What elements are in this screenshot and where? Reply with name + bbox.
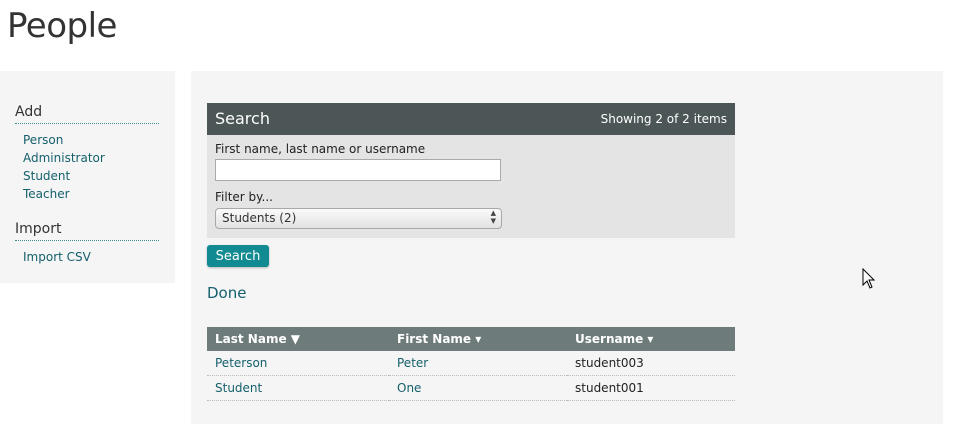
results-count: Showing 2 of 2 items xyxy=(600,112,727,126)
column-header-first-name[interactable]: First Name ▾ xyxy=(389,327,567,351)
sidebar-link-person[interactable]: Person xyxy=(23,133,63,147)
table-row: Peterson Peter student003 xyxy=(207,351,735,376)
search-header: Search Showing 2 of 2 items xyxy=(207,103,735,135)
name-search-input[interactable] xyxy=(215,159,501,181)
column-header-username[interactable]: Username ▾ xyxy=(567,327,735,351)
column-header-last-name[interactable]: Last Name ▼ xyxy=(207,327,389,351)
sidebar-heading-add: Add xyxy=(15,104,159,124)
main-panel: Search Showing 2 of 2 items First name, … xyxy=(191,71,943,424)
results-table: Last Name ▼ First Name ▾ Username ▾ Pete… xyxy=(207,327,735,401)
cell-last-name[interactable]: Peterson xyxy=(207,351,389,376)
cell-last-name[interactable]: Student xyxy=(207,375,389,401)
cell-username: student003 xyxy=(567,351,735,376)
search-form: First name, last name or username Filter… xyxy=(207,135,735,238)
sidebar-link-import-csv[interactable]: Import CSV xyxy=(23,250,91,264)
page-title: People xyxy=(7,6,117,46)
search-title: Search xyxy=(215,109,270,128)
filter-label: Filter by... xyxy=(215,190,273,204)
sidebar-link-administrator[interactable]: Administrator xyxy=(23,151,105,165)
search-button[interactable]: Search xyxy=(207,245,269,267)
sidebar-link-student[interactable]: Student xyxy=(23,169,70,183)
name-field-label: First name, last name or username xyxy=(215,142,426,156)
sidebar-link-teacher[interactable]: Teacher xyxy=(23,187,70,201)
cell-username: student001 xyxy=(567,375,735,401)
select-arrows-icon: ▲ ▼ xyxy=(490,209,496,225)
mouse-pointer-icon xyxy=(862,268,876,289)
sidebar: Add Person Administrator Student Teacher… xyxy=(0,71,175,283)
sidebar-heading-import: Import xyxy=(15,221,159,241)
table-header-row: Last Name ▼ First Name ▾ Username ▾ xyxy=(207,327,735,351)
done-link[interactable]: Done xyxy=(207,284,246,302)
filter-select[interactable]: Students (2) ▲ ▼ xyxy=(215,208,502,229)
cell-first-name[interactable]: Peter xyxy=(389,351,567,376)
table-row: Student One student001 xyxy=(207,375,735,401)
filter-selected-value: Students (2) xyxy=(222,211,297,225)
cell-first-name[interactable]: One xyxy=(389,375,567,401)
